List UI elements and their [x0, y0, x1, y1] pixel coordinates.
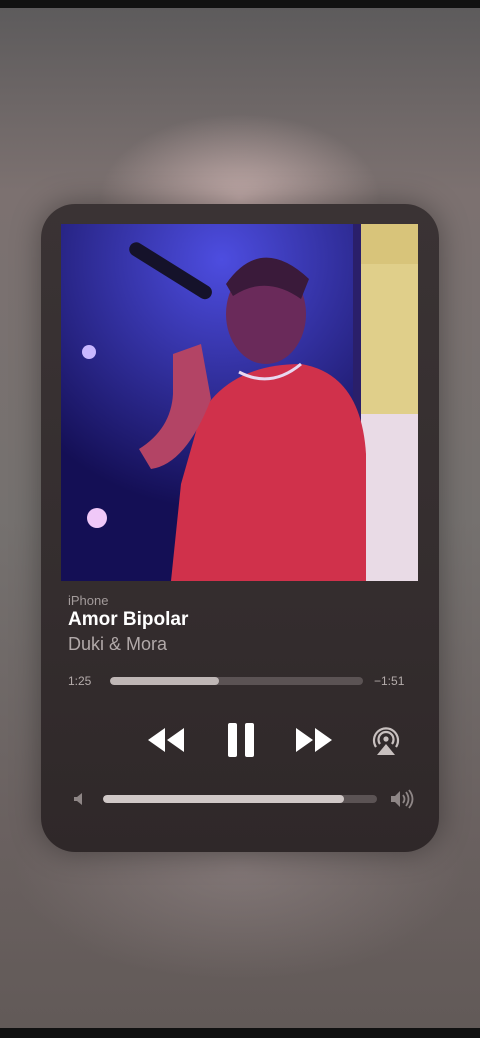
rewind-button[interactable] — [146, 726, 186, 754]
speaker-low-icon — [72, 792, 86, 806]
top-edge-bar — [0, 0, 480, 8]
album-artwork — [61, 224, 418, 581]
speaker-high-icon — [389, 789, 415, 809]
pause-button[interactable] — [226, 722, 256, 758]
volume-level-fill — [103, 795, 345, 803]
airplay-icon — [369, 725, 403, 757]
elapsed-time: 1:25 — [68, 674, 92, 688]
bottom-edge-bar — [0, 1028, 480, 1038]
forward-button[interactable] — [294, 726, 334, 754]
playback-progress-fill — [110, 677, 219, 685]
volume-min-button — [72, 792, 86, 806]
airplay-button[interactable] — [369, 725, 403, 757]
artist-name: Duki & Mora — [68, 634, 168, 654]
now-playing-card: iPhone Amor Bipolar Duki & Mora 1:25 −1:… — [41, 204, 439, 852]
volume-max-button — [389, 789, 415, 809]
pause-icon — [226, 722, 256, 758]
forward-icon — [294, 726, 334, 754]
playback-source-label: iPhone — [68, 593, 109, 608]
playback-scrubber[interactable] — [110, 677, 363, 685]
volume-slider[interactable] — [103, 795, 377, 803]
backward-icon — [146, 726, 186, 754]
remaining-time: −1:51 — [374, 674, 405, 688]
song-title: Amor Bipolar — [68, 609, 189, 630]
